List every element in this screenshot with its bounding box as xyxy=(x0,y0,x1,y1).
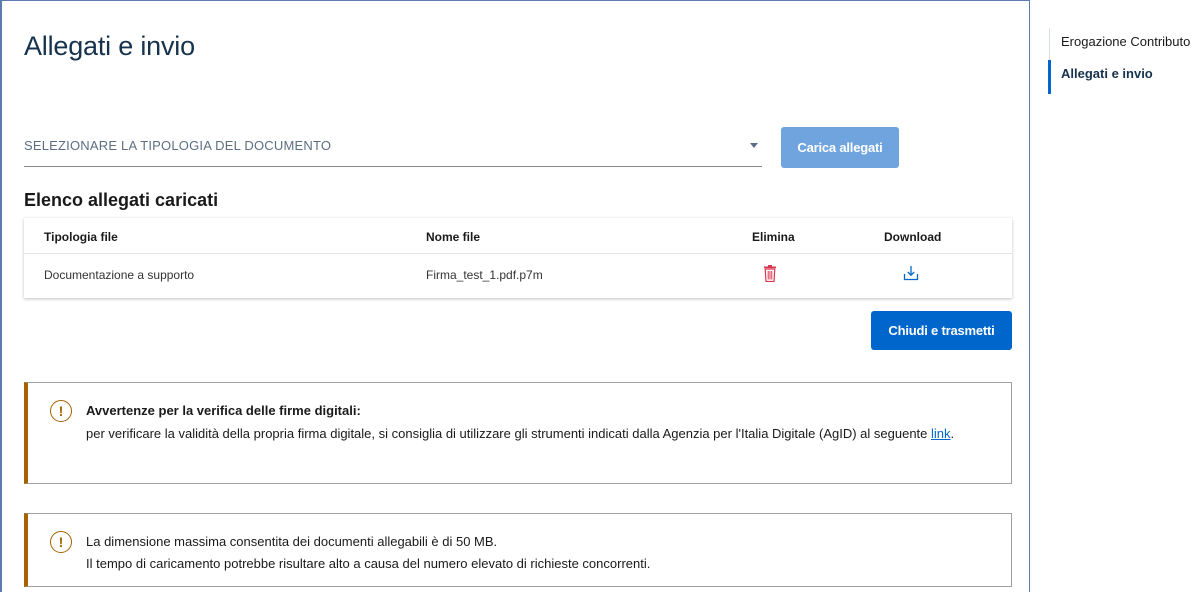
column-header-download: Download xyxy=(884,230,942,244)
column-header-tipologia: Tipologia file xyxy=(44,230,118,244)
upload-attachments-button[interactable]: Carica allegati xyxy=(781,127,899,168)
close-and-submit-button[interactable]: Chiudi e trasmetti xyxy=(871,311,1012,350)
nav-item-erogazione-contributo[interactable]: Erogazione Contributo xyxy=(1061,34,1190,49)
alert-body: per verificare la validità della propria… xyxy=(86,423,991,445)
alert-line-1: La dimensione massima consentita dei doc… xyxy=(86,534,498,549)
nav-item-allegati-e-invio[interactable]: Allegati e invio xyxy=(1061,66,1153,81)
alert-body-text: per verificare la validità della propria… xyxy=(86,426,931,441)
table-header-row: Tipologia file Nome file Elimina Downloa… xyxy=(24,218,1012,254)
alert-line-2: Il tempo di caricamento potrebbe risulta… xyxy=(86,556,651,571)
digital-signature-alert: ! Avvertenze per la verifica delle firme… xyxy=(24,382,1012,484)
column-header-elimina: Elimina xyxy=(752,230,795,244)
side-navigation: Erogazione Contributo Allegati e invio xyxy=(1048,28,1202,94)
download-icon[interactable] xyxy=(903,265,919,281)
column-header-nome-file: Nome file xyxy=(426,230,481,244)
table-row: Documentazione a supporto Firma_test_1.p… xyxy=(24,254,1012,296)
file-size-alert: ! La dimensione massima consentita dei d… xyxy=(24,513,1012,587)
active-indicator xyxy=(1048,60,1051,94)
cell-nome-file: Firma_test_1.pdf.p7m xyxy=(426,268,543,282)
agid-link[interactable]: link xyxy=(931,426,951,441)
alert-body-end: . xyxy=(950,426,955,441)
main-content: Allegati e invio SELEZIONARE LA TIPOLOGI… xyxy=(0,0,1030,592)
cell-tipologia: Documentazione a supporto xyxy=(44,268,195,282)
attachments-table: Tipologia file Nome file Elimina Downloa… xyxy=(24,218,1012,298)
trash-icon[interactable] xyxy=(764,265,776,283)
attachments-section-title: Elenco allegati caricati xyxy=(24,190,219,210)
alert-icon: ! xyxy=(50,531,72,553)
chevron-down-icon xyxy=(750,143,758,148)
alert-icon: ! xyxy=(50,400,72,422)
page-title: Allegati e invio xyxy=(24,31,195,61)
document-type-select[interactable]: SELEZIONARE LA TIPOLOGIA DEL DOCUMENTO xyxy=(24,125,762,167)
document-type-select-placeholder: SELEZIONARE LA TIPOLOGIA DEL DOCUMENTO xyxy=(24,138,332,153)
alert-title: Avvertenze per la verifica delle firme d… xyxy=(86,403,361,418)
